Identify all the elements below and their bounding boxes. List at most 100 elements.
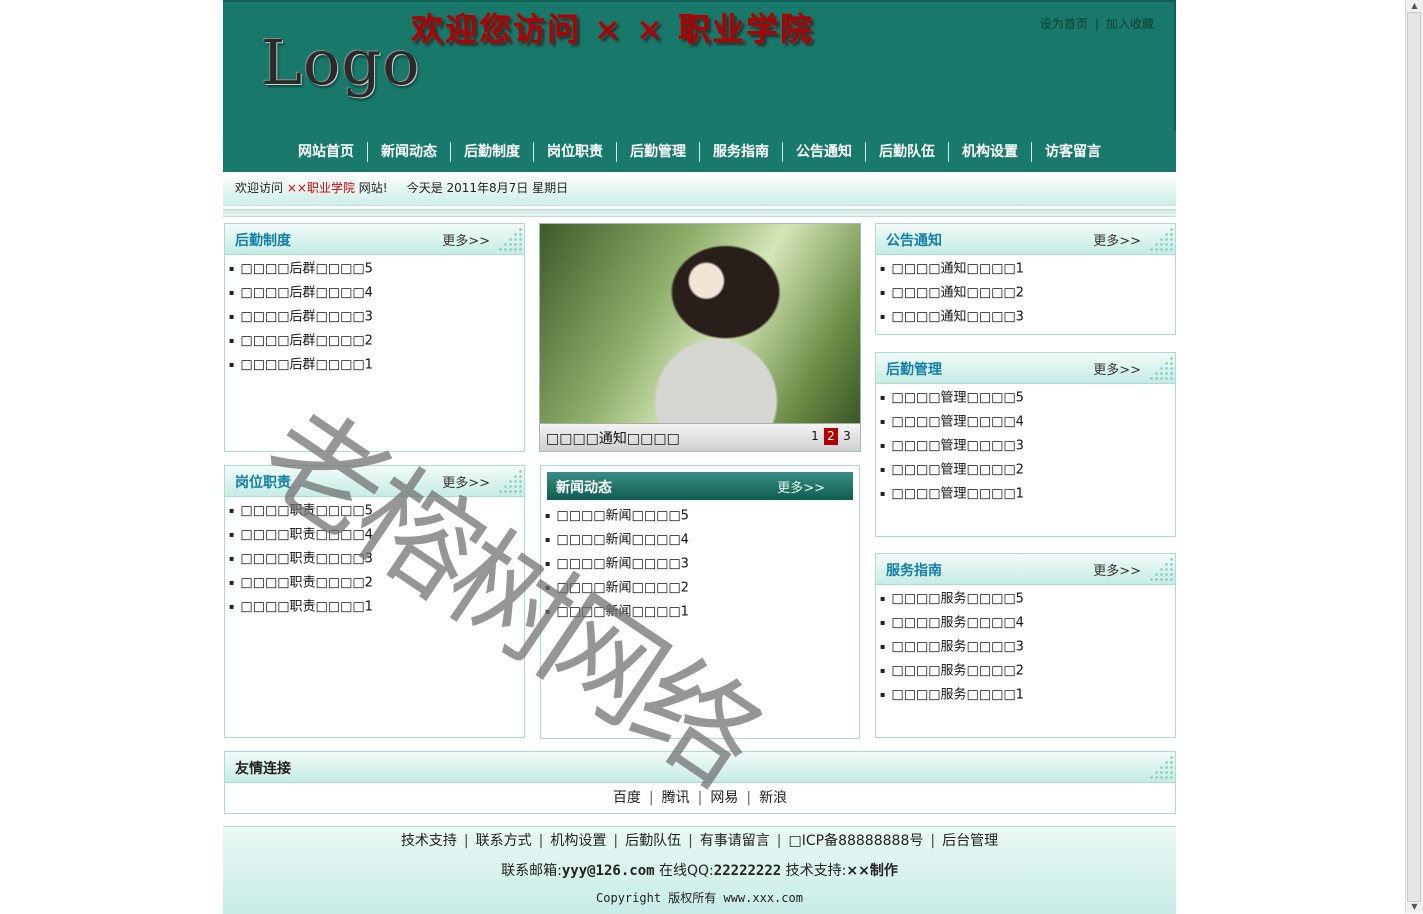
more-link[interactable]: 更多>>	[1093, 230, 1141, 249]
list-item[interactable]: □□□□新闻□□□□5	[545, 504, 859, 528]
list-item[interactable]: □□□□服务□□□□1	[880, 683, 1175, 707]
list-item-link[interactable]: □□□□职责□□□□3	[240, 552, 373, 567]
list-item[interactable]: □□□□后群□□□□3	[229, 305, 524, 329]
footer-link-admin[interactable]: 后台管理	[935, 833, 1005, 849]
list-item[interactable]: □□□□通知□□□□3	[880, 305, 1175, 329]
nav-item-home[interactable]: 网站首页	[285, 142, 367, 162]
friend-link-netease[interactable]: 网易	[702, 790, 746, 806]
add-favorite-link[interactable]: 加入收藏	[1106, 17, 1154, 31]
list-item[interactable]: □□□□管理□□□□4	[880, 410, 1175, 434]
scroll-down-icon[interactable]: ▼	[1406, 901, 1423, 913]
list-item[interactable]: □□□□职责□□□□2	[229, 571, 524, 595]
list-item-link[interactable]: □□□□管理□□□□5	[891, 391, 1024, 406]
list-item[interactable]: □□□□新闻□□□□1	[545, 600, 859, 624]
list-item[interactable]: □□□□后群□□□□5	[229, 257, 524, 281]
nav-item-logistics-mgmt[interactable]: 后勤管理	[616, 141, 699, 162]
list-item-link[interactable]: □□□□新闻□□□□1	[556, 605, 689, 620]
list-item[interactable]: □□□□管理□□□□3	[880, 434, 1175, 458]
footer-link-icp[interactable]: □ICP备88888888号	[782, 833, 931, 849]
list-item-link[interactable]: □□□□新闻□□□□3	[556, 557, 689, 572]
list-item-link[interactable]: □□□□通知□□□□3	[891, 310, 1024, 325]
list-item-link[interactable]: □□□□职责□□□□5	[240, 504, 373, 519]
slideshow-page-3[interactable]: 3	[840, 428, 854, 445]
list-item-link[interactable]: □□□□职责□□□□4	[240, 528, 373, 543]
list-item-link[interactable]: □□□□服务□□□□2	[891, 664, 1024, 679]
list-item-link[interactable]: □□□□管理□□□□4	[891, 415, 1024, 430]
box-header: 友情连接	[225, 752, 1175, 783]
more-link[interactable]: 更多>>	[442, 230, 490, 249]
list-item[interactable]: □□□□新闻□□□□4	[545, 528, 859, 552]
list-item-link[interactable]: □□□□管理□□□□2	[891, 463, 1024, 478]
list-item-link[interactable]: □□□□后群□□□□3	[240, 310, 373, 325]
list-item-link[interactable]: □□□□通知□□□□1	[891, 262, 1024, 277]
list-item-link[interactable]: □□□□通知□□□□2	[891, 286, 1024, 301]
list-item-link[interactable]: □□□□后群□□□□1	[240, 358, 373, 373]
list-item-link[interactable]: □□□□后群□□□□4	[240, 286, 373, 301]
slideshow-page-1[interactable]: 1	[808, 428, 822, 445]
friend-link-tencent[interactable]: 腾讯	[654, 790, 698, 806]
nav-item-organization[interactable]: 机构设置	[948, 141, 1031, 162]
list-item[interactable]: □□□□后群□□□□4	[229, 281, 524, 305]
list-item[interactable]: □□□□服务□□□□5	[880, 587, 1175, 611]
scrollbar-thumb[interactable]	[1407, 12, 1421, 902]
list-item-link[interactable]: □□□□新闻□□□□5	[556, 509, 689, 524]
more-link[interactable]: 更多>>	[1093, 359, 1141, 378]
more-link[interactable]: 更多>>	[442, 472, 490, 491]
set-home-link[interactable]: 设为首页	[1040, 17, 1088, 31]
friend-link-sina[interactable]: 新浪	[751, 790, 795, 806]
site-logo[interactable]: Logo	[261, 26, 421, 99]
list-item-link[interactable]: □□□□管理□□□□3	[891, 439, 1024, 454]
list-item[interactable]: □□□□职责□□□□1	[229, 595, 524, 619]
box-title: 新闻动态	[556, 480, 612, 496]
list-item-link[interactable]: □□□□职责□□□□1	[240, 600, 373, 615]
footer-link-message[interactable]: 有事请留言	[693, 833, 777, 849]
list-item-link[interactable]: □□□□新闻□□□□2	[556, 581, 689, 596]
list-item[interactable]: □□□□职责□□□□3	[229, 547, 524, 571]
list-item[interactable]: □□□□职责□□□□5	[229, 499, 524, 523]
footer-link-support[interactable]: 技术支持	[394, 833, 464, 849]
more-link[interactable]: 更多>>	[1093, 560, 1141, 579]
list-item[interactable]: □□□□通知□□□□2	[880, 281, 1175, 305]
friend-links-box: 友情连接 百度 | 腾讯 | 网易 | 新浪	[224, 751, 1176, 814]
scroll-up-icon[interactable]: ▲	[1406, 0, 1423, 12]
friend-link-baidu[interactable]: 百度	[605, 790, 649, 806]
list-item-link[interactable]: □□□□职责□□□□2	[240, 576, 373, 591]
list-item[interactable]: □□□□通知□□□□1	[880, 257, 1175, 281]
footer-link-team[interactable]: 后勤队伍	[618, 833, 688, 849]
vertical-scrollbar[interactable]: ▲ ▼	[1405, 0, 1423, 913]
list-item[interactable]: □□□□服务□□□□2	[880, 659, 1175, 683]
more-link[interactable]: 更多>>	[777, 477, 825, 496]
list-item[interactable]: □□□□管理□□□□5	[880, 386, 1175, 410]
nav-item-service-guide[interactable]: 服务指南	[699, 141, 782, 162]
nav-item-guestbook[interactable]: 访客留言	[1031, 141, 1114, 162]
footer-link-contact[interactable]: 联系方式	[469, 833, 539, 849]
list-item-link[interactable]: □□□□服务□□□□3	[891, 640, 1024, 655]
list-item-link[interactable]: □□□□新闻□□□□4	[556, 533, 689, 548]
list-item[interactable]: □□□□新闻□□□□2	[545, 576, 859, 600]
nav-item-notices[interactable]: 公告通知	[782, 141, 865, 162]
list-item-link[interactable]: □□□□服务□□□□4	[891, 616, 1024, 631]
list-item[interactable]: □□□□后群□□□□1	[229, 353, 524, 377]
list-item-link[interactable]: □□□□管理□□□□1	[891, 487, 1024, 502]
slideshow-caption[interactable]: □□□□通知□□□□	[546, 428, 680, 448]
list-item[interactable]: □□□□新闻□□□□3	[545, 552, 859, 576]
list-item[interactable]: □□□□管理□□□□1	[880, 482, 1175, 506]
list-item[interactable]: □□□□后群□□□□2	[229, 329, 524, 353]
site-header: Logo 欢迎您访问 × × 职业学院 设为首页 | 加入收藏	[223, 0, 1176, 133]
list-item-link[interactable]: □□□□服务□□□□1	[891, 688, 1024, 703]
nav-item-logistics-rules[interactable]: 后勤制度	[450, 141, 533, 162]
list-item[interactable]: □□□□职责□□□□4	[229, 523, 524, 547]
list-item[interactable]: □□□□服务□□□□3	[880, 635, 1175, 659]
nav-item-job-duties[interactable]: 岗位职责	[533, 141, 616, 162]
nav-item-logistics-team[interactable]: 后勤队伍	[865, 141, 948, 162]
photo-slideshow[interactable]: □□□□通知□□□□ 1 2 3	[539, 223, 861, 452]
slideshow-page-2[interactable]: 2	[824, 428, 838, 445]
footer-link-organization[interactable]: 机构设置	[543, 833, 613, 849]
list-item-link[interactable]: □□□□后群□□□□5	[240, 262, 373, 277]
list-item[interactable]: □□□□管理□□□□2	[880, 458, 1175, 482]
list-item[interactable]: □□□□服务□□□□4	[880, 611, 1175, 635]
job-duties-list: □□□□职责□□□□5 □□□□职责□□□□4 □□□□职责□□□□3 □□□□…	[225, 497, 524, 619]
list-item-link[interactable]: □□□□服务□□□□5	[891, 592, 1024, 607]
nav-item-news[interactable]: 新闻动态	[367, 141, 450, 162]
list-item-link[interactable]: □□□□后群□□□□2	[240, 334, 373, 349]
